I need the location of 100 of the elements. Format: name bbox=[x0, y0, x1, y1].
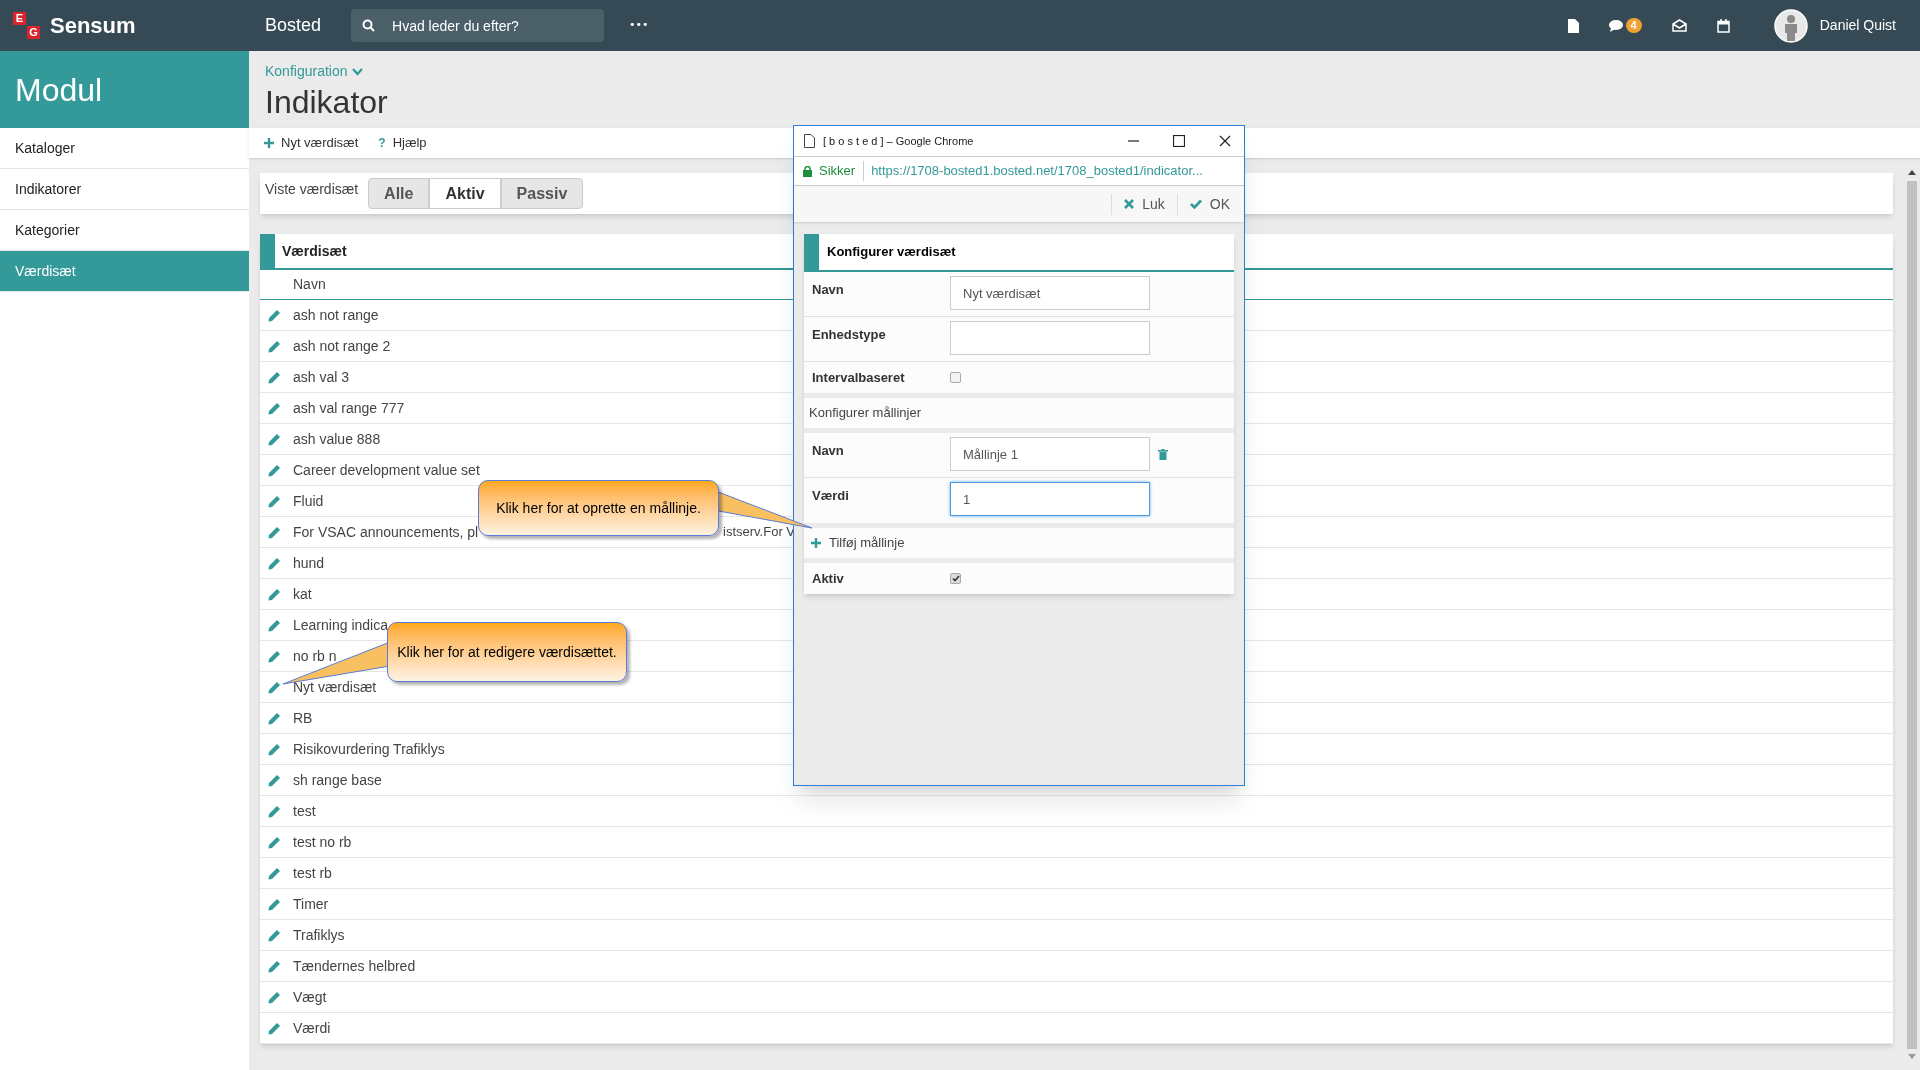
pencil-icon[interactable] bbox=[268, 804, 281, 818]
check-icon bbox=[1189, 199, 1202, 209]
pencil-icon[interactable] bbox=[268, 897, 281, 911]
logo-text: Sensum bbox=[50, 12, 136, 40]
pencil-icon[interactable] bbox=[268, 339, 281, 353]
scroll-down-icon[interactable] bbox=[1908, 1054, 1916, 1060]
pencil-icon[interactable] bbox=[268, 618, 281, 632]
pencil-icon[interactable] bbox=[268, 835, 281, 849]
pencil-icon[interactable] bbox=[268, 463, 281, 477]
pencil-icon[interactable] bbox=[268, 928, 281, 942]
checkbox[interactable] bbox=[950, 372, 961, 383]
sidebar-title: Modul bbox=[15, 70, 103, 110]
secure-label: Sikker bbox=[819, 161, 865, 181]
pencil-icon[interactable] bbox=[268, 711, 281, 725]
new-button[interactable]: Nyt værdisæt bbox=[261, 133, 362, 153]
chevron-down-icon bbox=[351, 67, 363, 76]
filter-tab[interactable]: Aktiv bbox=[429, 178, 501, 209]
pencil-icon[interactable] bbox=[268, 308, 281, 322]
tooltip: Klik her for at oprette en mållinje. bbox=[478, 480, 719, 536]
url-text: https://1708-bosted1.bosted.net/1708_bosted1/indicator... bbox=[871, 162, 1203, 181]
field-label: Navn bbox=[811, 281, 845, 299]
table-cell-text: Timer bbox=[293, 894, 329, 914]
add-target-link[interactable]: Tilføj mållinje bbox=[811, 533, 905, 553]
avatar-icon[interactable] bbox=[1773, 8, 1808, 43]
help-button[interactable]: ? Hjælp bbox=[375, 133, 430, 153]
pencil-icon[interactable] bbox=[268, 959, 281, 973]
envelope-icon[interactable] bbox=[1671, 19, 1687, 32]
pencil-icon[interactable] bbox=[268, 525, 281, 539]
search-icon bbox=[362, 19, 376, 32]
input-field[interactable]: Mållinje 1 bbox=[950, 437, 1150, 471]
pencil-icon[interactable] bbox=[268, 990, 281, 1004]
plus-icon bbox=[811, 538, 821, 548]
pencil-icon[interactable] bbox=[268, 866, 281, 880]
table-cell-text: ash val 3 bbox=[293, 367, 350, 387]
pencil-icon[interactable] bbox=[268, 432, 281, 446]
table-cell-text: Fluid bbox=[293, 491, 324, 511]
chat-icon bbox=[1608, 19, 1623, 32]
close-button[interactable]: Luk bbox=[1111, 193, 1171, 215]
close-icon bbox=[1124, 199, 1135, 209]
notification-badge: 4 bbox=[1625, 18, 1642, 33]
table-cell-text: For VSAC announcements, pl bbox=[293, 522, 479, 542]
trash-icon[interactable] bbox=[1158, 449, 1168, 460]
table-cell-text: Risikovurdering Trafiklys bbox=[293, 739, 445, 759]
module-name: Bosted bbox=[265, 14, 322, 37]
section-title: Konfigurer mållinjer bbox=[809, 404, 921, 423]
table-cell-text: Tændernes helbred bbox=[293, 956, 416, 976]
input-field[interactable]: Nyt værdisæt bbox=[950, 276, 1150, 310]
page-title: Indikator bbox=[265, 83, 389, 122]
document-icon[interactable] bbox=[1566, 18, 1579, 33]
field-label: Intervalbaseret bbox=[811, 368, 906, 387]
question-icon: ? bbox=[378, 134, 386, 152]
scroll-up-icon[interactable] bbox=[1908, 170, 1916, 176]
maximize-icon[interactable] bbox=[1173, 135, 1185, 147]
pencil-icon[interactable] bbox=[268, 680, 281, 694]
field-label: Navn bbox=[811, 442, 845, 460]
search-bar[interactable]: Hvad leder du efter? bbox=[351, 9, 605, 42]
field-label: Aktiv bbox=[811, 569, 845, 588]
table-cell-text: kat bbox=[293, 584, 312, 604]
table-cell-text: no rb n bbox=[293, 646, 337, 666]
check-icon bbox=[951, 575, 960, 582]
table-cell-text: Vægt bbox=[293, 987, 327, 1007]
table-cell-text: test bbox=[293, 801, 316, 821]
table-title: Værdisæt bbox=[282, 241, 347, 261]
filter-tab[interactable]: Passiv bbox=[500, 178, 584, 209]
scrollbar[interactable] bbox=[1905, 170, 1919, 1060]
ok-button[interactable]: OK bbox=[1176, 193, 1236, 215]
checkbox[interactable] bbox=[950, 573, 961, 584]
filter-tab[interactable]: Alle bbox=[368, 178, 430, 209]
table-cell-text: Nyt værdisæt bbox=[293, 677, 377, 697]
field-label: Værdi bbox=[811, 487, 850, 505]
table-cell-text: ash val range 777 bbox=[293, 398, 405, 418]
table-cell-text: Career development value set bbox=[293, 460, 480, 480]
pencil-icon[interactable] bbox=[268, 587, 281, 601]
table-cell-text: ash value 888 bbox=[293, 429, 381, 449]
form-title: Konfigurer værdisæt bbox=[827, 243, 956, 262]
more-button[interactable]: ••• bbox=[629, 17, 649, 34]
calendar-icon[interactable] bbox=[1716, 18, 1730, 33]
close-icon[interactable] bbox=[1219, 135, 1231, 147]
input-field[interactable] bbox=[950, 321, 1150, 355]
table-cell-text: ash not range bbox=[293, 305, 379, 325]
table-cell-text: hund bbox=[293, 553, 325, 573]
table-cell-text: ash not range 2 bbox=[293, 336, 391, 356]
pencil-icon[interactable] bbox=[268, 742, 281, 756]
table-cell-text: Learning indica bbox=[293, 615, 388, 635]
pencil-icon[interactable] bbox=[268, 370, 281, 384]
pencil-icon[interactable] bbox=[268, 1021, 281, 1035]
tooltip: Klik her for at redigere værdisættet. bbox=[387, 622, 627, 682]
document-icon bbox=[804, 134, 815, 148]
pencil-icon[interactable] bbox=[268, 401, 281, 415]
filter-label: Viste værdisæt bbox=[265, 180, 359, 199]
pencil-icon[interactable] bbox=[268, 494, 281, 508]
lock-icon bbox=[803, 165, 812, 177]
pencil-icon[interactable] bbox=[268, 556, 281, 570]
pencil-icon[interactable] bbox=[268, 773, 281, 787]
table-cell-text: test no rb bbox=[293, 832, 352, 852]
user-name[interactable]: Daniel Quist bbox=[1819, 15, 1896, 36]
input-field[interactable]: 1 bbox=[950, 482, 1150, 516]
table-cell-text: Værdi bbox=[293, 1018, 331, 1038]
table-cell-text: RB bbox=[293, 708, 313, 728]
search-field[interactable]: Hvad leder du efter? bbox=[392, 9, 605, 42]
